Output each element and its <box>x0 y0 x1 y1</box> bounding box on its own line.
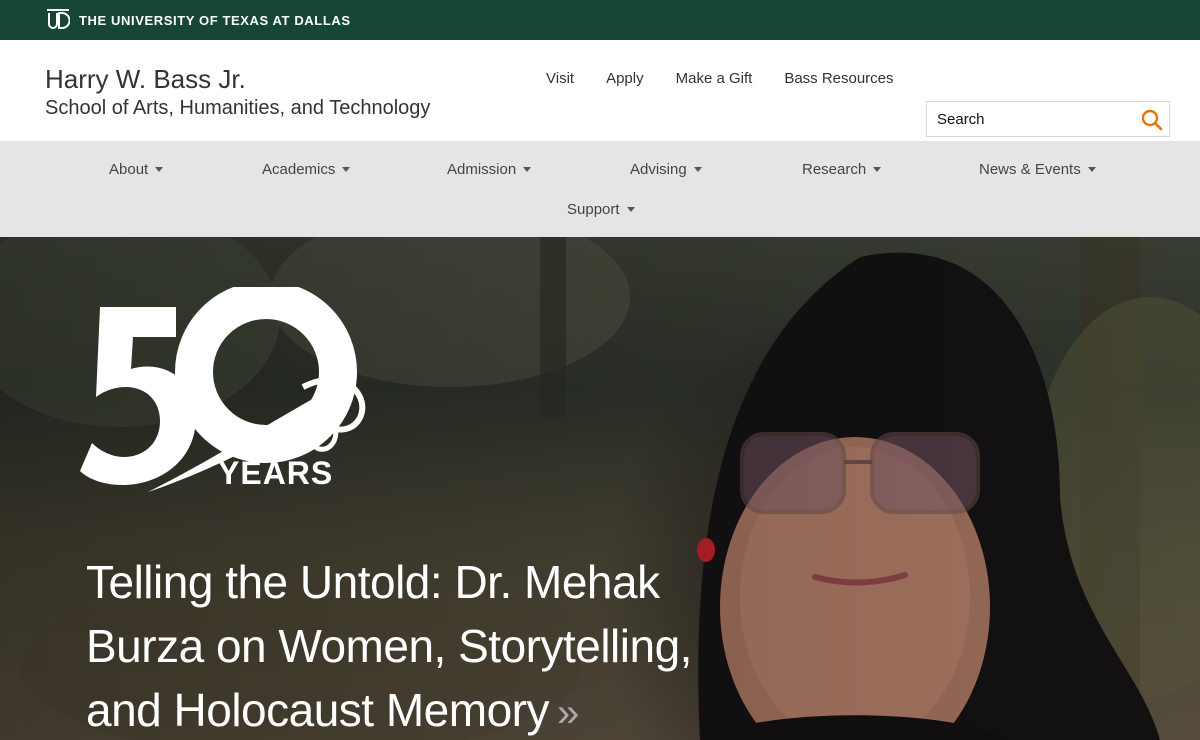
nav-label: Academics <box>262 161 336 178</box>
search-icon <box>1141 109 1163 131</box>
nav-item-research[interactable]: Research <box>802 161 882 178</box>
fifty-years-label: 50 YEARS <box>218 455 333 492</box>
nav-label: About <box>109 161 149 178</box>
utility-link-bass-resources[interactable]: Bass Resources <box>784 70 893 88</box>
hero-headline[interactable]: Telling the Untold: Dr. Mehak Burza on W… <box>86 550 766 740</box>
search-button[interactable] <box>1139 107 1165 133</box>
nav-item-admission[interactable]: Admission <box>447 161 532 178</box>
hero-headline-text: Telling the Untold: Dr. Mehak Burza on W… <box>86 556 692 736</box>
caret-down-icon <box>342 167 351 172</box>
university-name: THE UNIVERSITY OF TEXAS AT DALLAS <box>79 12 351 28</box>
utility-nav: Visit Apply Make a Gift Bass Resources <box>546 70 926 88</box>
caret-down-icon <box>873 167 882 172</box>
caret-down-icon <box>523 167 532 172</box>
nav-item-support[interactable]: Support <box>567 201 635 218</box>
main-nav: About Academics Admission Advising Resea… <box>0 141 1200 237</box>
nav-item-advising[interactable]: Advising <box>630 161 702 178</box>
school-name[interactable]: Harry W. Bass Jr. School of Arts, Humani… <box>45 64 430 121</box>
search-box <box>926 101 1170 137</box>
caret-down-icon <box>155 167 164 172</box>
caret-down-icon <box>1087 167 1096 172</box>
nav-item-news-events[interactable]: News & Events <box>979 161 1096 178</box>
nav-label: Research <box>802 161 867 178</box>
search-input[interactable] <box>927 110 1127 128</box>
nav-label: Advising <box>630 161 687 178</box>
nav-label: Support <box>567 201 620 218</box>
nav-label: News & Events <box>979 161 1081 178</box>
nav-item-about[interactable]: About <box>109 161 164 178</box>
site-header: Harry W. Bass Jr. School of Arts, Humani… <box>0 40 1200 141</box>
hero-banner[interactable]: 50 YEARS Telling the Untold: Dr. Mehak B… <box>0 237 1200 740</box>
badge-text: YEARS <box>218 455 334 491</box>
utd-top-bar: THE UNIVERSITY OF TEXAS AT DALLAS <box>0 0 1200 40</box>
caret-down-icon <box>626 207 635 212</box>
nav-item-academics[interactable]: Academics <box>262 161 351 178</box>
utd-monogram-icon <box>45 9 71 31</box>
utility-link-make-a-gift[interactable]: Make a Gift <box>676 70 753 88</box>
utility-link-apply[interactable]: Apply <box>606 70 644 88</box>
utd-logo-link[interactable]: THE UNIVERSITY OF TEXAS AT DALLAS <box>45 9 351 31</box>
double-chevron-right-icon: » <box>556 691 579 735</box>
school-name-line2: School of Arts, Humanities, and Technolo… <box>45 97 431 119</box>
caret-down-icon <box>693 167 702 172</box>
utility-link-visit[interactable]: Visit <box>546 70 574 88</box>
school-name-line1: Harry W. Bass Jr. <box>45 64 246 94</box>
nav-label: Admission <box>447 161 517 178</box>
